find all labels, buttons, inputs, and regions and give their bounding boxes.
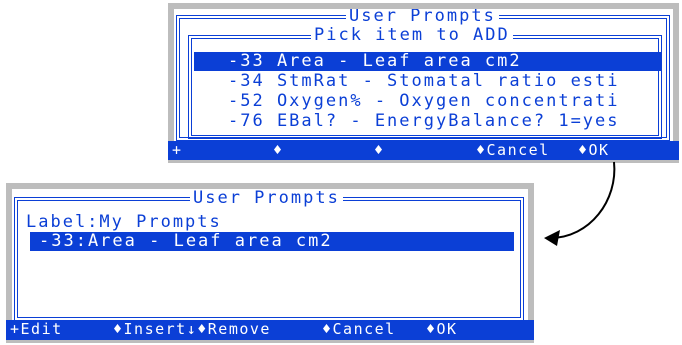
pick-item-title: Pick item to ADD <box>311 26 513 44</box>
connector-arrow-icon <box>544 161 616 246</box>
insert-remove-key[interactable]: ♦Insert↓♦Remove <box>113 320 271 340</box>
label-line: Label:My Prompts <box>26 212 222 232</box>
bottom-function-key-bar: +Edit ♦Insert↓♦Remove ♦Cancel ♦OK <box>6 320 534 340</box>
fkey-2[interactable]: ♦ <box>273 141 284 160</box>
ok-key[interactable]: ♦OK <box>426 320 458 340</box>
list-item[interactable]: -76 EBal? - EnergyBalance? 1=yes <box>228 112 620 131</box>
list-item[interactable]: -34 StmRat - Stomatal ratio esti <box>228 72 620 91</box>
bottom-screen: User Prompts Label:My Prompts -33:Area -… <box>6 183 534 343</box>
top-screen-content: User Prompts Pick item to ADD -33 Area -… <box>174 9 673 141</box>
fkey-1[interactable]: + <box>172 141 183 160</box>
top-function-key-bar: + ♦ ♦ ♦Cancel ♦OK <box>168 141 679 160</box>
fkey-3[interactable]: ♦ <box>374 141 385 160</box>
cancel-key[interactable]: ♦Cancel <box>476 141 550 160</box>
cancel-key[interactable]: ♦Cancel <box>322 320 396 340</box>
list-item-selected[interactable]: -33:Area - Leaf area cm2 <box>30 232 514 251</box>
top-screen: User Prompts Pick item to ADD -33 Area -… <box>168 3 679 163</box>
edit-key[interactable]: +Edit <box>10 320 63 340</box>
bottom-title: User Prompts <box>190 189 343 207</box>
list-item-selected[interactable]: -33 Area - Leaf area cm2 <box>194 52 661 71</box>
outer-title: User Prompts <box>346 9 499 25</box>
ok-key[interactable]: ♦OK <box>578 141 610 160</box>
bottom-screen-content: User Prompts Label:My Prompts -33:Area -… <box>12 189 528 321</box>
list-item[interactable]: -52 Oxygen% - Oxygen concentrati <box>228 92 620 111</box>
